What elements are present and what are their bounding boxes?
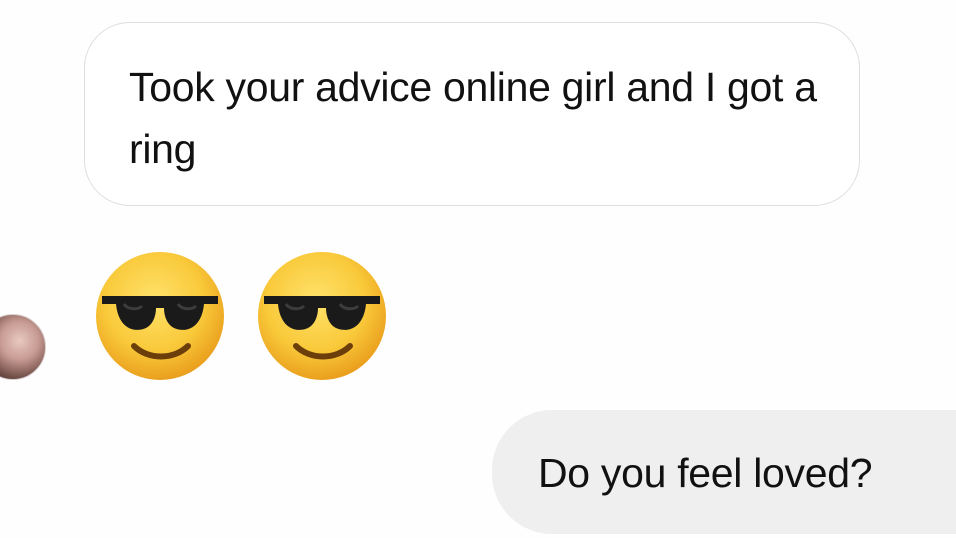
smiling-face-with-sunglasses-icon — [96, 252, 224, 380]
emoji-message[interactable] — [92, 248, 390, 388]
incoming-message-bubble[interactable]: Took your advice online girl and I got a… — [84, 22, 860, 206]
message-thread: Took your advice online girl and I got a… — [0, 0, 956, 538]
smiling-face-with-sunglasses-icon — [258, 252, 386, 380]
sender-avatar[interactable] — [0, 314, 46, 380]
outgoing-message-text: Do you feel loved? — [538, 450, 873, 496]
incoming-message-text: Took your advice online girl and I got a… — [129, 64, 817, 172]
outgoing-message-bubble[interactable]: Do you feel loved? — [492, 410, 956, 534]
